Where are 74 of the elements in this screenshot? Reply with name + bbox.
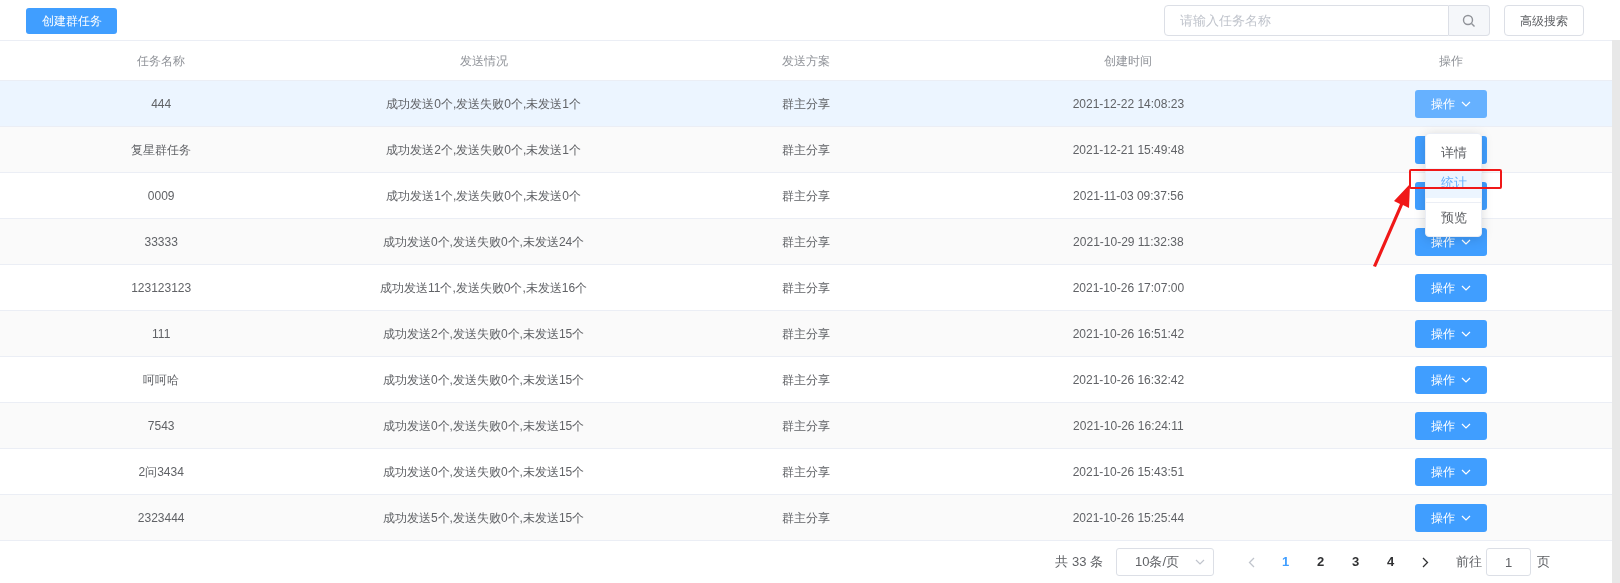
table-cell: 群主分享 [782, 142, 830, 157]
table-cell: 2021-11-03 09:37:56 [1073, 188, 1184, 203]
chevron-down-icon [1460, 238, 1471, 245]
table-cell: 群主分享 [782, 234, 830, 249]
table-cell: 2021-10-26 16:24:11 [1073, 418, 1184, 433]
chevron-down-icon [1460, 284, 1471, 291]
table-cell: 2021-10-26 15:25:44 [1072, 510, 1185, 525]
table-cell: 2021-10-26 16:51:42 [1072, 326, 1185, 341]
page-input[interactable]: 1 [1486, 548, 1531, 576]
table-cell: 2021-12-22 14:08:23 [1072, 96, 1185, 111]
total-count: 共 33 条 [1055, 553, 1103, 572]
goto-label: 前往 [1456, 553, 1482, 572]
table-row[interactable]: 444 成功发送0个,发送失败0个,未发送1个 群主分享 2021-12-22 14:08:23 操作 [0, 81, 1612, 127]
menu-item[interactable]: 预览 [1426, 202, 1481, 232]
column-header: 任务名称 [137, 53, 186, 68]
table-cell: 成功发送0个,发送失败0个,未发送24个 [382, 234, 585, 249]
table-cell: 群主分享 [782, 280, 830, 295]
table-cell: 0009 [147, 188, 175, 203]
table-cell: 444 [151, 96, 172, 111]
table-cell: 成功发送2个,发送失败0个,未发送1个 [386, 142, 581, 157]
table-cell: 复星群任务 [131, 142, 192, 157]
table-row[interactable]: 2323444 成功发送5个,发送失败0个,未发送15个 群主分享 2021-10-26 15:25:44 操作 [0, 495, 1612, 541]
table-cell: 成功发送0个,发送失败0个,未发送15个 [382, 372, 585, 387]
search-icon [1462, 13, 1476, 28]
column-header: 发送情况 [459, 53, 508, 68]
table-cell: 2323444 [137, 510, 185, 525]
table-cell: 呵呵哈 [143, 372, 180, 387]
chevron-down-icon [1460, 376, 1471, 383]
search-button[interactable] [1449, 5, 1490, 36]
table-cell: 成功发送11个,发送失败0个,未发送16个 [380, 280, 588, 295]
advanced-search-button[interactable]: 高级搜索 [1504, 5, 1584, 36]
table-cell: 33333 [144, 234, 178, 249]
page-number[interactable]: 3 [1338, 548, 1373, 576]
table-cell: 成功发送0个,发送失败0个,未发送15个 [382, 418, 585, 433]
table-cell: 群主分享 [782, 372, 830, 387]
table-cell: 群主分享 [782, 96, 830, 111]
table-cell: 群主分享 [782, 510, 830, 525]
chevron-down-icon [1460, 514, 1471, 521]
column-header: 创建时间 [1104, 53, 1153, 68]
table-cell: 成功发送0个,发送失败0个,未发送15个 [382, 464, 585, 479]
chevron-down-icon [1460, 330, 1471, 337]
table-cell: 2021-10-26 17:07:00 [1072, 280, 1185, 295]
page-suffix-label: 页 [1537, 553, 1550, 572]
chevron-right-icon [1421, 556, 1429, 568]
table-cell: 7543 [147, 418, 175, 433]
table-cell: 111 [152, 326, 171, 341]
table-cell: 群主分享 [782, 326, 830, 341]
table-cell: 2问3434 [138, 464, 184, 479]
table-cell: 群主分享 [782, 464, 830, 479]
table-cell: 成功发送0个,发送失败0个,未发送1个 [386, 96, 581, 111]
table-cell: 成功发送1个,发送失败0个,未发送0个 [386, 188, 581, 203]
table-cell: 成功发送5个,发送失败0个,未发送15个 [382, 510, 585, 525]
table-cell: 群主分享 [782, 418, 830, 433]
search-field[interactable]: 请输入任务名称 [1164, 5, 1449, 36]
page-number[interactable]: 4 [1373, 548, 1408, 576]
table-cell: 2021-12-21 15:49:48 [1072, 142, 1185, 157]
table-cell: 成功发送2个,发送失败0个,未发送15个 [382, 326, 585, 341]
page-size-select[interactable]: 10条/页 [1116, 548, 1214, 576]
table-row[interactable]: 7543 成功发送0个,发送失败0个,未发送15个 群主分享 2021-10-26 16:24:11 操作 [0, 403, 1612, 449]
chevron-down-icon [1460, 468, 1471, 475]
page-number[interactable]: 2 [1303, 548, 1338, 576]
column-header: 发送方案 [782, 53, 830, 68]
chevron-left-icon [1247, 556, 1255, 568]
table-cell: 2021-10-29 11:32:38 [1073, 234, 1184, 249]
chevron-down-icon [1460, 100, 1471, 107]
table-cell: 2021-10-26 15:43:51 [1072, 464, 1185, 479]
chevron-down-icon [1460, 422, 1471, 429]
chevron-down-icon [1195, 559, 1205, 565]
table-row[interactable]: 111 成功发送2个,发送失败0个,未发送15个 群主分享 2021-10-26 16:51:42 操作 [0, 311, 1612, 357]
menu-item[interactable]: 详情 [1426, 138, 1481, 168]
table-cell: 群主分享 [782, 188, 830, 203]
table-cell: 2021-10-26 16:32:42 [1072, 372, 1185, 387]
table-cell: 123123123 [131, 280, 192, 295]
column-header: 操作 [1438, 53, 1463, 68]
